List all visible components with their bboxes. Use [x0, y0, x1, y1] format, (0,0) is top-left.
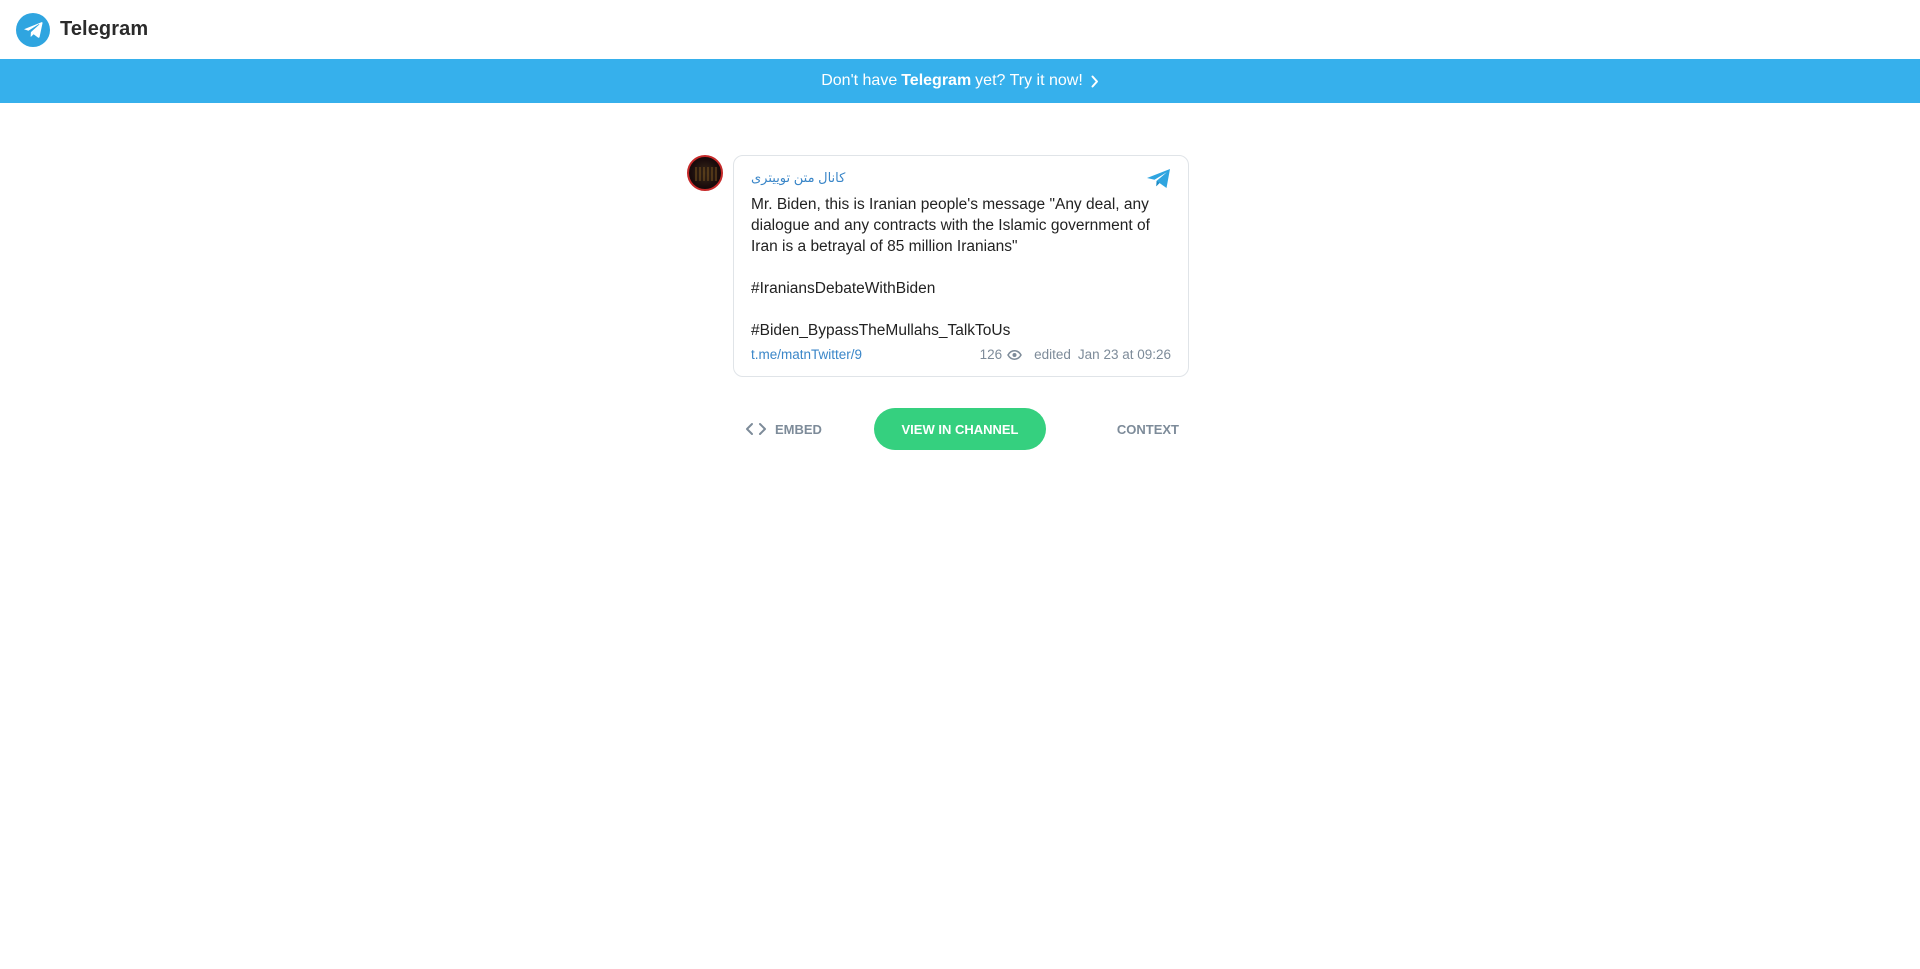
brand-name[interactable]: Telegram: [60, 18, 148, 41]
view-count: 126: [979, 347, 1003, 362]
banner-prefix: Don't have: [821, 72, 898, 89]
post-actions: EMBED VIEW IN CHANNEL CONTEXT: [733, 408, 1189, 450]
banner-suffix: yet? Try it now!: [975, 72, 1083, 89]
post-meta: 126 edited Jan 23 at 09:26: [980, 347, 1171, 362]
channel-name[interactable]: کانال متن توییتری: [751, 168, 1171, 188]
eye-icon: [1007, 349, 1022, 360]
message-text: Mr. Biden, this is Iranian people's mess…: [751, 196, 1150, 339]
context-button[interactable]: CONTEXT: [1117, 408, 1179, 450]
embed-button[interactable]: EMBED: [745, 408, 822, 450]
banner-brand: Telegram: [901, 72, 972, 89]
edited-label: edited: [1034, 347, 1071, 362]
post-date[interactable]: Jan 23 at 09:26: [1078, 347, 1171, 362]
code-icon: [745, 422, 767, 436]
embed-label: EMBED: [775, 421, 822, 437]
chevron-right-icon: [1091, 75, 1099, 88]
telegram-logo-icon[interactable]: [16, 12, 50, 47]
site-header: Telegram: [0, 0, 1920, 59]
post-link[interactable]: t.me/matnTwitter/9: [751, 347, 862, 362]
channel-avatar[interactable]: [687, 155, 723, 191]
view-in-channel-button[interactable]: VIEW IN CHANNEL: [874, 408, 1046, 450]
telegram-share-icon[interactable]: [1146, 168, 1172, 195]
post-footer: t.me/matnTwitter/9 126 edited Jan 23 at …: [751, 347, 1171, 362]
try-telegram-banner[interactable]: Don't have Telegram yet? Try it now!: [0, 59, 1920, 103]
avatar-image: [695, 167, 717, 181]
message-bubble: کانال متن توییتری Mr. Biden, this is Ira…: [733, 155, 1189, 377]
